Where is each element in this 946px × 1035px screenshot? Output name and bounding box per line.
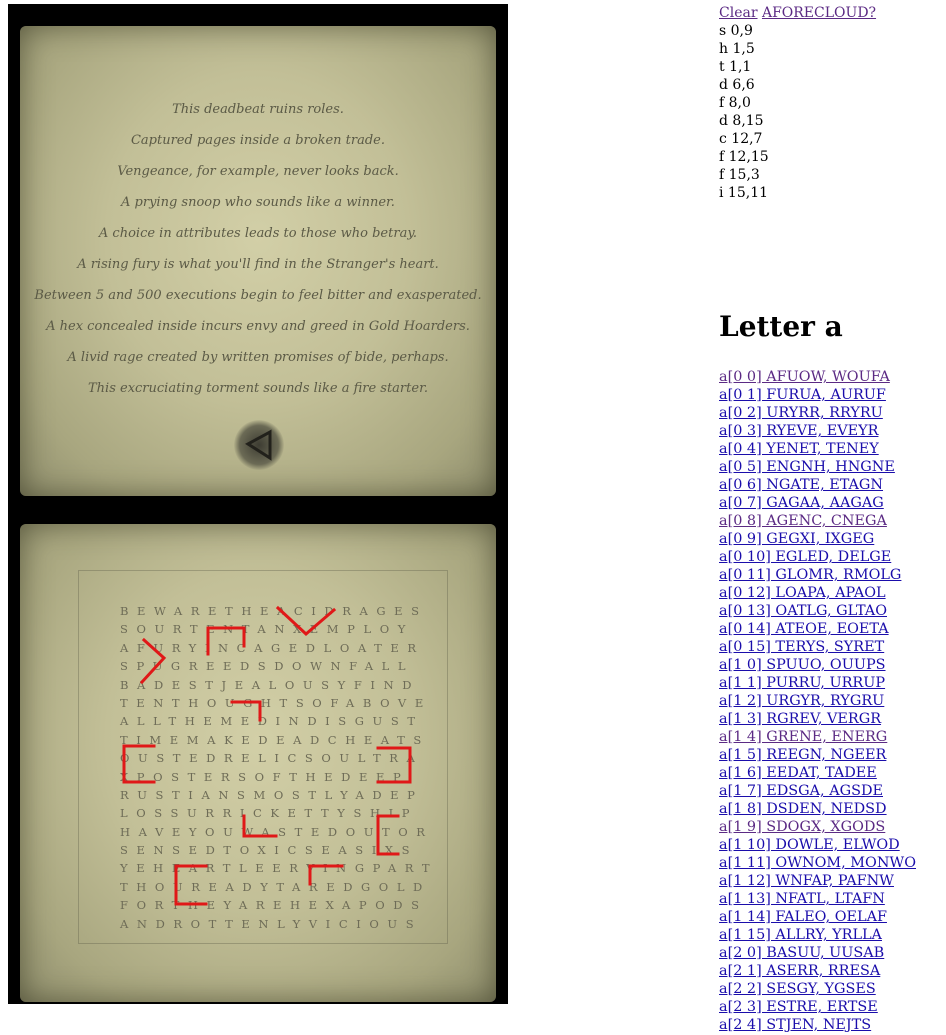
candidate-link[interactable]: a[0 3] RYEVE, EVEYR [719,422,916,440]
coordinate-item: f 15,3 [719,167,760,183]
poem-line: A choice in attributes leads to those wh… [98,226,418,241]
grid-row: THOUREADYTAREDGOLD [120,879,431,894]
grid-row: TIMEMAKEDEADCHEATS [120,732,430,747]
candidate-link[interactable]: a[1 2] URGYR, RYGRU [719,692,916,710]
coordinate-item: t 1,1 [719,59,752,75]
coordinate-item: d 8,15 [719,113,764,129]
coordinate-item: c 12,7 [719,131,763,147]
candidate-link[interactable]: a[1 9] SDOGX, XGODS [719,818,916,836]
candidate-link[interactable]: a[0 5] ENGNH, HNGNE [719,458,916,476]
candidate-link[interactable]: a[0 14] ATEOE, EOETA [719,620,916,638]
grid-row: XPOSTERSOFTHEDEEP [120,769,410,784]
candidate-link[interactable]: a[2 2] SESGY, YGSES [719,980,916,998]
grid-row: HAVEYOUWASTEDOUTOR [120,824,434,839]
letter-heading: Letter a [719,310,843,343]
grid-row: YEHEARTLEERVINGPART [120,861,439,876]
coordinate-item: i 15,11 [719,185,769,201]
grid-row: SPUGREEDSDOWNFALL [120,659,415,674]
grid-row: SENSEDTOXICSEASIXS [120,843,419,858]
poem-line: Between 5 and 500 executions begin to fe… [34,288,482,303]
candidate-link[interactable]: a[1 0] SPUUO, OUUPS [719,656,916,674]
candidate-link[interactable]: a[0 1] FURUA, AURUF [719,386,916,404]
candidate-link[interactable]: a[0 8] AGENC, CNEGA [719,512,916,530]
candidate-link[interactable]: a[0 11] GLOMR, RMOLG [719,566,916,584]
poem-line: A hex concealed inside incurs envy and g… [46,319,470,334]
grid-row: FORTHEYAREHEXAPODS [120,898,428,913]
candidate-link[interactable]: a[1 10] DOWLE, ELWOD [719,836,916,854]
candidate-link[interactable]: a[0 6] NGATE, ETAGN [719,476,916,494]
candidate-link[interactable]: a[1 4] GRENE, ENERG [719,728,916,746]
grid-row: ANDROTTENLYVICIOUS [120,916,423,931]
poem-parchment: This deadbeat ruins roles. Captured page… [20,26,496,496]
poem-line: This deadbeat ruins roles. [172,102,344,117]
coordinate-item: h 1,5 [719,41,755,57]
candidate-link[interactable]: a[1 8] DSDEN, NEDSD [719,800,916,818]
poem-line: A prying snoop who sounds like a winner. [121,195,395,210]
candidate-link[interactable]: a[1 3] RGREV, VERGR [719,710,916,728]
candidate-link[interactable]: a[2 0] BASUU, UUSAB [719,944,916,962]
candidate-link[interactable]: a[0 2] URYRR, RRYRU [719,404,916,422]
coordinate-item: f 12,15 [719,149,769,165]
candidate-link[interactable]: a[1 15] ALLRY, YRLLA [719,926,916,944]
candidate-link[interactable]: a[0 15] TERYS, SYRET [719,638,916,656]
riddle-poem: This deadbeat ruins roles. Captured page… [20,94,496,404]
word-search-parchment: BEWARETHEACIDRAGES SOURTENTANXEMPLOY AFU… [20,524,496,1002]
candidate-link[interactable]: a[1 14] FALEO, OELAF [719,908,916,926]
candidate-link[interactable]: a[1 1] PURRU, URRUP [719,674,916,692]
candidate-link[interactable]: a[0 13] OATLG, GLTAO [719,602,916,620]
poem-line: A rising fury is what you'll find in the… [77,257,439,272]
candidate-link[interactable]: a[2 4] STJEN, NEJTS [719,1016,916,1034]
candidate-link[interactable]: a[0 4] YENET, TENEY [719,440,916,458]
coordinate-item: s 0,9 [719,23,753,39]
candidate-link[interactable]: a[0 9] GEGXI, IXGEG [719,530,916,548]
candidate-link[interactable]: a[2 3] ESTRE, ERTSE [719,998,916,1016]
poem-line: Vengeance, for example, never looks back… [117,164,399,179]
grid-row: TENTHOUGHTSOFABOVE [120,695,432,710]
candidate-link[interactable]: a[1 5] REEGN, NGEER [719,746,916,764]
coordinate-item: d 6,6 [719,77,755,93]
clear-link[interactable]: Clear [719,5,758,21]
candidate-link[interactable]: a[0 0] AFUOW, WOUFA [719,368,916,386]
forecloud-link[interactable]: AFORECLOUD? [762,5,876,21]
word-search-grid: BEWARETHEACIDRAGES SOURTENTANXEMPLOY AFU… [120,602,438,933]
grid-row: RUSTIANSMOSTLYADEP [120,787,424,802]
poem-line: Captured pages inside a broken trade. [130,133,386,148]
candidate-link[interactable]: a[1 12] WNFAP, PAFNW [719,872,916,890]
candidate-link[interactable]: a[1 7] EDSGA, AGSDE [719,782,916,800]
grid-row: AFURYINCAGEDLOATER [120,640,425,655]
candidate-link[interactable]: a[0 10] EGLED, DELGE [719,548,916,566]
candidate-link[interactable]: a[1 6] EEDAT, TADEE [719,764,916,782]
candidate-link[interactable]: a[1 13] NFATL, LTAFN [719,890,916,908]
candidate-link[interactable]: a[2 1] ASERR, RRESA [719,962,916,980]
solver-panel: Clear AFORECLOUD? s 0,9 h 1,5 t 1,1 d 6,… [719,4,946,202]
grid-row: OUSTEDRELICSOULTRA [120,751,424,766]
grid-row: BEWARETHEACIDRAGES [120,604,428,618]
candidate-link[interactable]: a[0 7] GAGAA, AAGAG [719,494,916,512]
grid-row: SOURTENTANXEMPLOY [120,622,414,637]
poem-line: A livid rage created by written promises… [67,350,449,365]
triangle-sigil-icon [234,420,284,470]
grid-row: LOSSURRICKETTYSHIP [120,806,419,821]
grid-row: BADESTJEALOUSYFIND [120,677,421,692]
coordinate-list: s 0,9 h 1,5 t 1,1 d 6,6 f 8,0 d 8,15 c 1… [719,22,946,202]
top-links: Clear AFORECLOUD? [719,4,946,22]
candidate-link-list: a[0 0] AFUOW, WOUFA a[0 1] FURUA, AURUF a[… [719,368,916,1034]
grid-row: ALLTHEMEDINDISGUST [120,714,424,729]
poem-line: This excruciating torment sounds like a … [88,381,428,396]
candidate-link[interactable]: a[1 11] OWNOM, MONWO [719,854,916,872]
puzzle-scroll-image: This deadbeat ruins roles. Captured page… [8,4,508,1004]
candidate-link[interactable]: a[0 12] LOAPA, APAOL [719,584,916,602]
coordinate-item: f 8,0 [719,95,751,111]
